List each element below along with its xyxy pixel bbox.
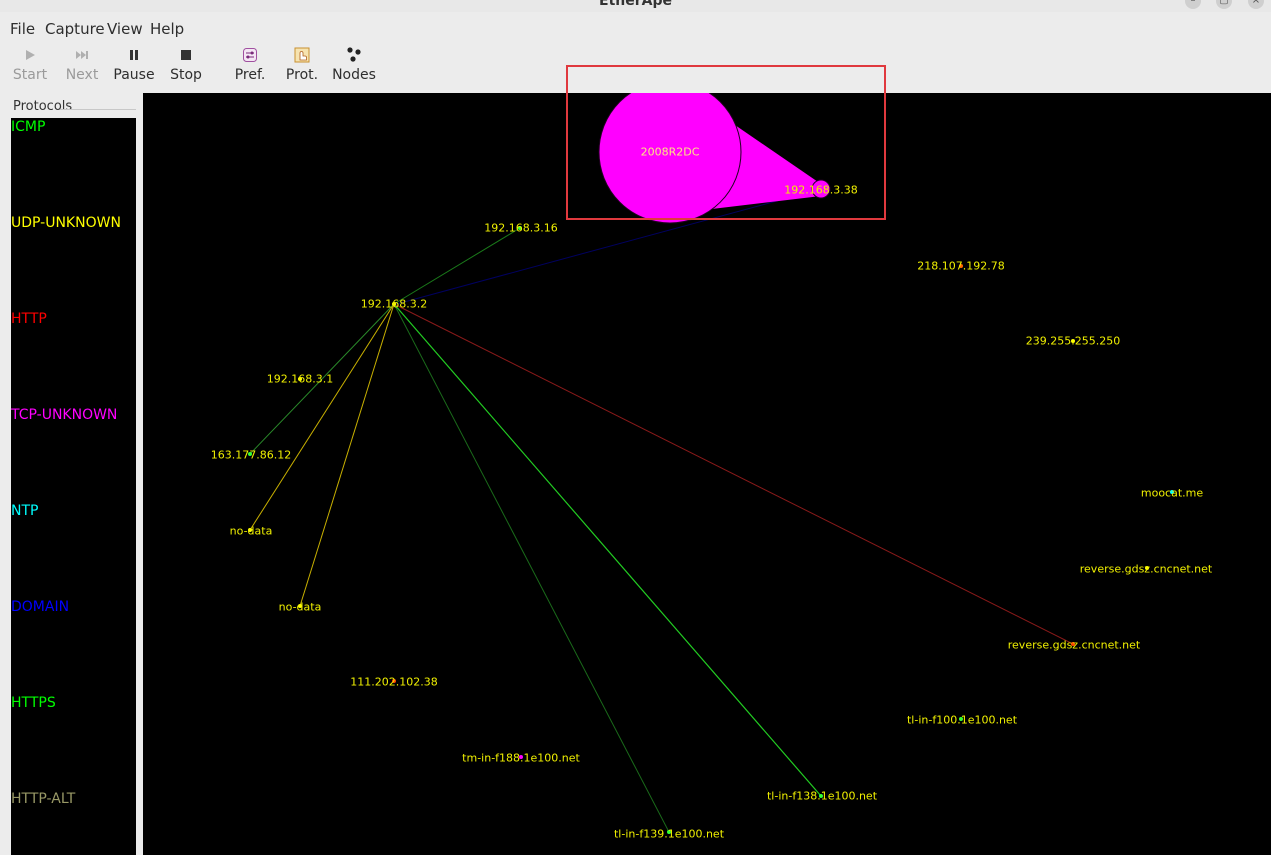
nodes-button[interactable]: Nodes xyxy=(328,46,380,83)
node-label-no-data-2[interactable]: no-data xyxy=(279,601,322,614)
link-dc-192-168-3-16 xyxy=(393,227,521,305)
protocols-icon xyxy=(294,47,310,63)
title-bar: EtherApe – ▢ × xyxy=(0,0,1271,12)
node-label-239-255-255-250[interactable]: 239.255.255.250 xyxy=(1026,335,1120,348)
stop-label: Stop xyxy=(170,67,202,83)
node-label-192-168-3-1[interactable]: 192.168.3.1 xyxy=(267,373,333,386)
nodes-icon xyxy=(347,47,361,62)
node-label-192-168-3-16[interactable]: 192.168.3.16 xyxy=(484,222,557,235)
play-icon xyxy=(26,50,35,60)
node-label-tl-in-f138[interactable]: tl-in-f138.1e100.net xyxy=(767,790,877,803)
pause-button[interactable]: Pause xyxy=(108,46,160,83)
protocols-button[interactable]: Prot. xyxy=(276,46,328,83)
next-button[interactable]: Next xyxy=(56,46,108,83)
menu-capture[interactable]: Capture xyxy=(45,20,105,38)
start-button[interactable]: Start xyxy=(4,46,56,83)
protocol-http[interactable]: HTTP xyxy=(11,311,47,327)
highlight-box xyxy=(566,65,886,220)
protocol-icmp[interactable]: ICMP xyxy=(11,119,45,135)
node-label-tm-in-f188[interactable]: tm-in-f188.1e100.net xyxy=(462,752,580,765)
menu-help[interactable]: Help xyxy=(150,20,184,38)
node-label-no-data-1[interactable]: no-data xyxy=(230,525,273,538)
node-label-reverse-gdsz-2[interactable]: reverse.gdsz.cncnet.net xyxy=(1008,639,1140,652)
window-title: EtherApe xyxy=(599,0,672,9)
node-label-moocat-me[interactable]: moocat.me xyxy=(1141,487,1203,500)
link-192-168-3-2-no-data-2 xyxy=(299,303,395,607)
link-192-168-3-2-no-data-1 xyxy=(249,303,395,531)
protocols-divider xyxy=(60,109,136,110)
link-192-168-3-2-reverse-gdsz xyxy=(393,303,1074,645)
menu-file[interactable]: File xyxy=(10,20,35,38)
protocol-domain[interactable]: DOMAIN xyxy=(11,599,69,615)
node-label-163-177-86-12[interactable]: 163.177.86.12 xyxy=(211,449,291,462)
protocols-panel: Protocols ICMP UDP-UNKNOWN HTTP TCP-UNKN… xyxy=(0,94,143,855)
menu-bar: File Capture View Help xyxy=(0,12,1271,44)
stop-icon xyxy=(181,50,191,60)
protocols-title: Protocols xyxy=(13,99,73,114)
nodes-label: Nodes xyxy=(332,67,376,83)
node-label-reverse-gdsz-1[interactable]: reverse.gdsz.cncnet.net xyxy=(1080,563,1212,576)
stop-button[interactable]: Stop xyxy=(160,46,212,83)
next-label: Next xyxy=(65,67,99,83)
node-label-tl-in-f139[interactable]: tl-in-f139.1e100.net xyxy=(614,828,724,841)
node-label-tl-in-f100[interactable]: tl-in-f100.1e100.net xyxy=(907,714,1017,727)
protocol-tcp-unknown[interactable]: TCP-UNKNOWN xyxy=(11,407,117,423)
pause-label: Pause xyxy=(113,67,155,83)
start-label: Start xyxy=(12,67,48,83)
protocol-http-alt[interactable]: HTTP-ALT xyxy=(11,791,75,807)
link-192-168-3-2-tl-in-f138 xyxy=(393,303,822,797)
preferences-label: Pref. xyxy=(234,67,266,83)
protocol-udp-unknown[interactable]: UDP-UNKNOWN xyxy=(11,215,121,231)
preferences-button[interactable]: Pref. xyxy=(224,46,276,83)
protocols-list[interactable]: ICMP UDP-UNKNOWN HTTP TCP-UNKNOWN NTP DO… xyxy=(11,118,136,855)
node-label-218-107-192-78[interactable]: 218.107.192.78 xyxy=(917,260,1004,273)
node-label-111-202-102-38[interactable]: 111.202.102.38 xyxy=(350,676,437,689)
protocols-label: Prot. xyxy=(285,67,319,83)
skip-forward-icon xyxy=(76,51,88,59)
menu-view[interactable]: View xyxy=(107,20,143,38)
preferences-icon xyxy=(243,48,257,62)
protocol-ntp[interactable]: NTP xyxy=(11,503,38,519)
node-label-192-168-3-2[interactable]: 192.168.3.2 xyxy=(361,298,427,311)
protocol-https[interactable]: HTTPS xyxy=(11,695,56,711)
pause-icon xyxy=(130,50,138,60)
